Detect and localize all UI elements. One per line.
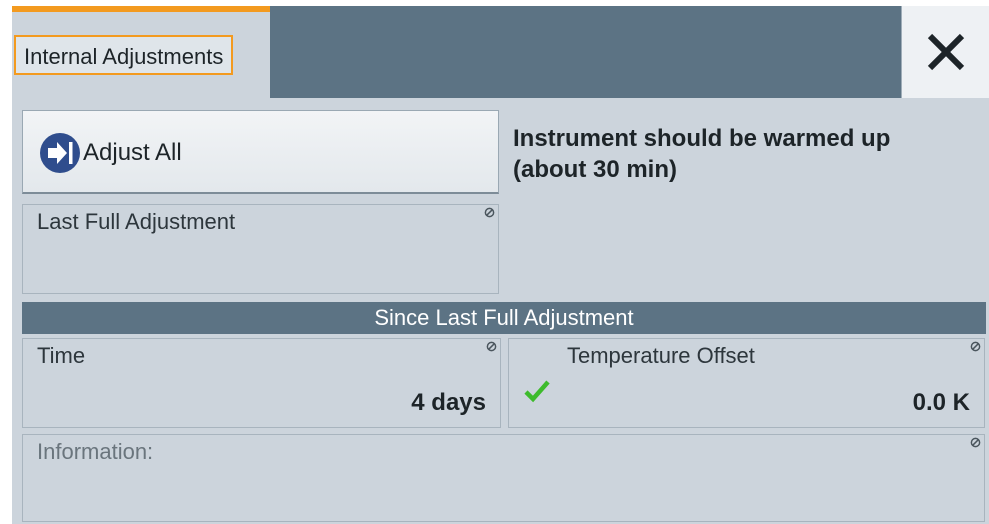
time-value: 4 days: [411, 389, 486, 416]
warmup-note-line2: (about 30 min): [513, 156, 678, 183]
close-x-icon[interactable]: [926, 32, 966, 72]
tab-label[interactable]: Internal Adjustments: [14, 35, 234, 75]
warmup-note-line1: Instrument should be warmed up: [513, 125, 891, 152]
temperature-offset-field: Temperature Offset 0.0 K: [508, 338, 985, 428]
time-label: Time: [37, 343, 86, 368]
internal-adjustments-dialog: Internal Adjustments Adjust All Instrume…: [12, 6, 989, 524]
arrow-right-to-bar-icon: [40, 133, 80, 173]
read-only-icon: [970, 437, 981, 448]
adjust-all-button[interactable]: Adjust All: [22, 110, 499, 194]
time-field: Time 4 days: [22, 338, 501, 428]
last-full-adjustment-field: Last Full Adjustment: [22, 204, 499, 294]
temperature-offset-value: 0.0 K: [912, 389, 970, 416]
temperature-offset-label: Temperature Offset: [567, 343, 755, 368]
green-check-icon: [524, 380, 550, 403]
last-full-adjustment-label: Last Full Adjustment: [37, 209, 236, 234]
read-only-icon: [484, 207, 495, 218]
read-only-icon: [970, 341, 981, 352]
read-only-icon: [486, 341, 497, 352]
tab-internal-adjustments[interactable]: Internal Adjustments: [12, 12, 270, 98]
information-label: Information:: [37, 439, 154, 464]
information-field: Information:: [22, 434, 985, 522]
since-last-full-adjustment-header: Since Last Full Adjustment: [22, 302, 986, 334]
warmup-note: Instrument should be warmed up (about 30…: [513, 123, 963, 185]
adjust-all-label: Adjust All: [83, 139, 182, 166]
close-button[interactable]: [901, 6, 989, 98]
